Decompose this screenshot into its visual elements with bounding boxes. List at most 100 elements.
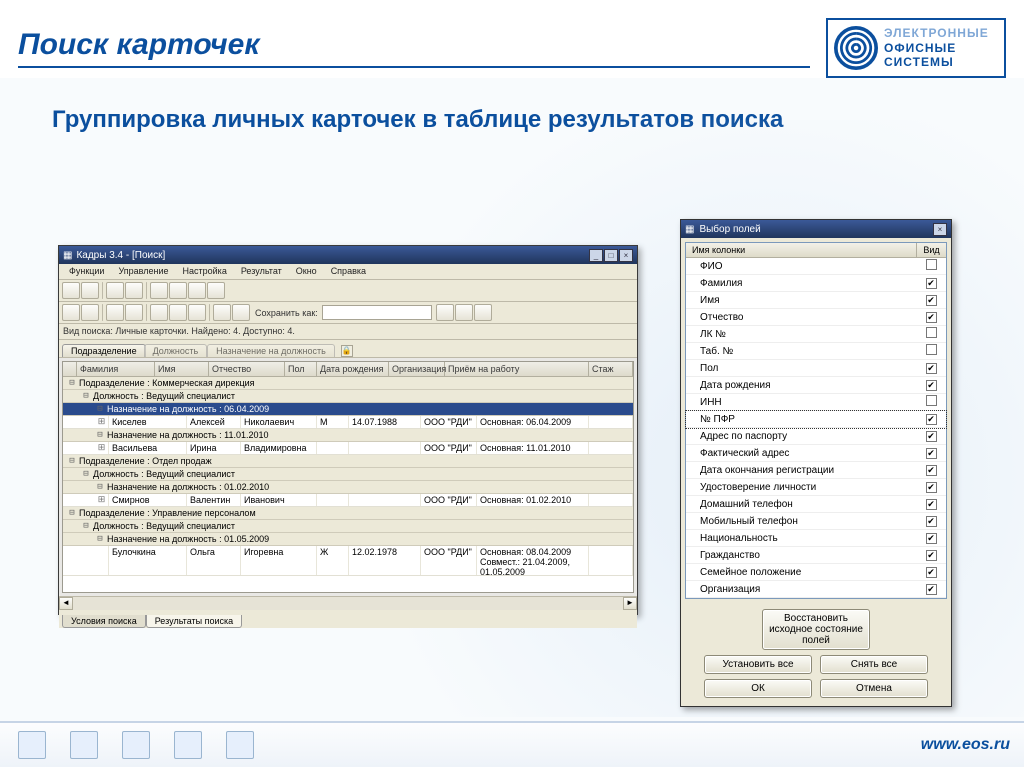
field-checkbox[interactable] — [926, 327, 937, 338]
group-row[interactable]: ⊟Должность : Ведущий специалист — [63, 390, 633, 403]
minimize-button[interactable]: _ — [589, 249, 603, 262]
tb-ind2-icon[interactable] — [169, 304, 187, 321]
col-fam[interactable]: Фамилия — [77, 362, 155, 376]
field-row[interactable]: Таб. № — [686, 343, 946, 360]
tb-refresh-icon[interactable] — [150, 282, 168, 299]
tab-dolzhnost[interactable]: Должность — [144, 344, 208, 357]
field-row[interactable]: ФИО — [686, 258, 946, 275]
tb-layout-icon[interactable] — [169, 282, 187, 299]
field-row[interactable]: ЛК № — [686, 326, 946, 343]
tab-conditions[interactable]: Условия поиска — [62, 615, 146, 628]
menu-result[interactable]: Результат — [235, 265, 288, 278]
field-row[interactable]: ИНН — [686, 394, 946, 411]
col-org[interactable]: Организация — [389, 362, 445, 376]
col-hire[interactable]: Приём на работу — [445, 362, 589, 376]
col-ot[interactable]: Отчество — [209, 362, 285, 376]
tb-param-icon[interactable] — [232, 304, 250, 321]
field-checkbox[interactable]: ✔ — [926, 499, 937, 510]
save-as-input[interactable] — [322, 305, 432, 320]
header-name[interactable]: Имя колонки — [686, 243, 916, 257]
dialog-titlebar[interactable]: ▦ Выбор полей × — [681, 220, 951, 238]
menu-functions[interactable]: Функции — [63, 265, 110, 278]
field-checkbox[interactable]: ✔ — [926, 295, 937, 306]
field-row[interactable]: Пол✔ — [686, 360, 946, 377]
field-row[interactable]: Семейное положение✔ — [686, 564, 946, 581]
data-row[interactable]: ⊞ СмирновВалентин Иванович ООО "РДИ" Осн… — [63, 494, 633, 507]
group-row[interactable]: ⊟Назначение на должность : 01.02.2010 — [63, 481, 633, 494]
tb-cut-icon[interactable] — [62, 304, 80, 321]
header-view[interactable]: Вид — [916, 243, 946, 257]
field-row[interactable]: Организация✔ — [686, 581, 946, 598]
tb-preview-icon[interactable] — [125, 282, 143, 299]
field-checkbox[interactable]: ✔ — [926, 550, 937, 561]
tb-panel-icon[interactable] — [188, 282, 206, 299]
horizontal-scrollbar[interactable]: ◄ ► — [59, 596, 637, 610]
group-row[interactable]: ⊟Подразделение : Отдел продаж — [63, 455, 633, 468]
field-checkbox[interactable]: ✔ — [926, 533, 937, 544]
tab-podrazdelenie[interactable]: Подразделение — [62, 344, 146, 357]
restore-defaults-button[interactable]: Восстановить исходное состояние полей — [762, 609, 870, 650]
field-row[interactable]: Адрес по паспорту✔ — [686, 428, 946, 445]
menu-management[interactable]: Управление — [112, 265, 174, 278]
field-checkbox[interactable]: ✔ — [926, 380, 937, 391]
tb-exp2-icon[interactable] — [474, 304, 492, 321]
group-row[interactable]: ⊟Должность : Ведущий специалист — [63, 468, 633, 481]
tb-ind3-icon[interactable] — [188, 304, 206, 321]
results-grid[interactable]: Фамилия Имя Отчество Пол Дата рождения О… — [62, 361, 634, 593]
field-checkbox[interactable]: ✔ — [926, 278, 937, 289]
field-row[interactable]: Фамилия✔ — [686, 275, 946, 292]
set-all-button[interactable]: Установить все — [704, 655, 812, 674]
scroll-track[interactable] — [73, 597, 623, 610]
field-row[interactable]: Домашний телефон✔ — [686, 496, 946, 513]
field-checkbox[interactable] — [926, 259, 937, 270]
data-row[interactable]: ⊞ ВасильеваИрина Владимировна ООО "РДИ" … — [63, 442, 633, 455]
col-expand[interactable] — [63, 362, 77, 376]
tb-del-icon[interactable] — [125, 304, 143, 321]
field-checkbox[interactable]: ✔ — [926, 516, 937, 527]
scroll-right-icon[interactable]: ► — [623, 597, 637, 610]
group-row[interactable]: ⊟Назначение на должность : 01.05.2009 — [63, 533, 633, 546]
group-row[interactable]: ⊟Подразделение : Управление персоналом — [63, 507, 633, 520]
tab-results[interactable]: Результаты поиска — [146, 615, 242, 628]
app-titlebar[interactable]: ▦ Кадры 3.4 - [Поиск] _ □ × — [59, 246, 637, 264]
tb-open-icon[interactable] — [81, 282, 99, 299]
tb-copy-icon[interactable] — [81, 304, 99, 321]
ok-button[interactable]: ОК — [704, 679, 812, 698]
field-row[interactable]: Отчество✔ — [686, 309, 946, 326]
col-pol[interactable]: Пол — [285, 362, 317, 376]
tab-naznachenie[interactable]: Назначение на должность — [207, 344, 335, 357]
field-checkbox[interactable]: ✔ — [926, 414, 937, 425]
dialog-close-button[interactable]: × — [933, 223, 947, 236]
tb-new-icon[interactable] — [62, 282, 80, 299]
col-name[interactable]: Имя — [155, 362, 209, 376]
group-row[interactable]: ⊟Подразделение : Коммерческая дирекция — [63, 377, 633, 390]
group-row-selected[interactable]: ⊟Назначение на должность : 06.04.2009 — [63, 403, 633, 416]
tb-paste-icon[interactable] — [106, 304, 124, 321]
field-checkbox[interactable] — [926, 344, 937, 355]
lock-icon[interactable]: 🔒 — [341, 345, 353, 357]
scroll-left-icon[interactable]: ◄ — [59, 597, 73, 610]
field-list[interactable]: Имя колонки Вид ФИОФамилия✔Имя✔Отчество✔… — [685, 242, 947, 599]
field-row[interactable]: Мобильный телефон✔ — [686, 513, 946, 530]
data-row[interactable]: ⊞ КиселевАлексей НиколаевичМ 14.07.1988О… — [63, 416, 633, 429]
field-checkbox[interactable]: ✔ — [926, 567, 937, 578]
field-checkbox[interactable]: ✔ — [926, 448, 937, 459]
col-dob[interactable]: Дата рождения — [317, 362, 389, 376]
tb-save-icon[interactable] — [436, 304, 454, 321]
field-checkbox[interactable]: ✔ — [926, 482, 937, 493]
tb-print-icon[interactable] — [106, 282, 124, 299]
field-checkbox[interactable]: ✔ — [926, 363, 937, 374]
field-checkbox[interactable]: ✔ — [926, 584, 937, 595]
menu-help[interactable]: Справка — [325, 265, 372, 278]
field-row[interactable]: Гражданство✔ — [686, 547, 946, 564]
menu-window[interactable]: Окно — [290, 265, 323, 278]
cancel-button[interactable]: Отмена — [820, 679, 928, 698]
field-row[interactable]: № ПФР✔ — [686, 411, 946, 428]
field-checkbox[interactable]: ✔ — [926, 431, 937, 442]
menu-settings[interactable]: Настройка — [177, 265, 233, 278]
group-row[interactable]: ⊟Должность : Ведущий специалист — [63, 520, 633, 533]
data-row[interactable]: БулочкинаОльга ИгоревнаЖ 12.02.1978ООО "… — [63, 546, 633, 576]
field-row[interactable]: Имя✔ — [686, 292, 946, 309]
field-checkbox[interactable]: ✔ — [926, 465, 937, 476]
field-row[interactable]: Дата рождения✔ — [686, 377, 946, 394]
